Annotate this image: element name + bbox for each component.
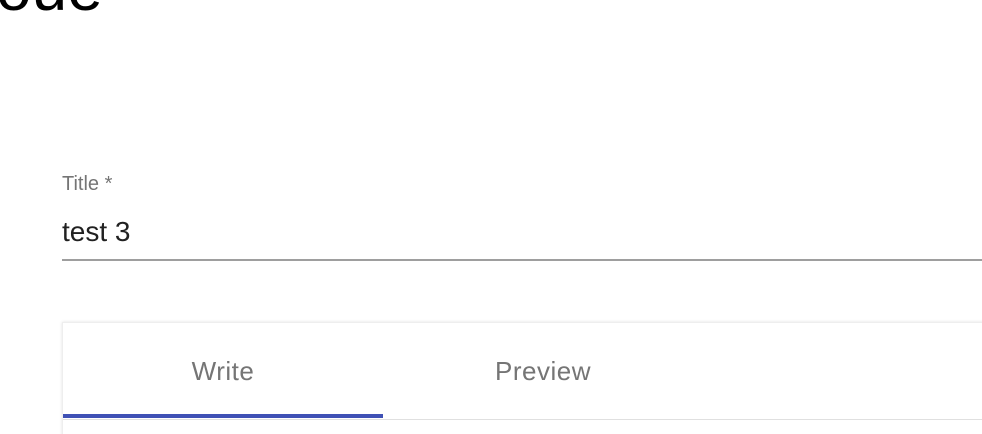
tab-write[interactable]: Write — [63, 323, 383, 419]
editor-card: Write Preview — [62, 322, 982, 434]
title-field: Title * — [62, 170, 982, 262]
page: oue Title * Write Preview — [0, 0, 982, 434]
tab-preview[interactable]: Preview — [383, 323, 703, 419]
title-input-underline — [62, 259, 982, 261]
title-field-label: Title * — [62, 173, 113, 195]
active-tab-indicator — [63, 414, 383, 418]
editor-tabs: Write Preview — [63, 323, 982, 420]
page-title: oue — [0, 0, 103, 20]
title-input[interactable] — [62, 210, 982, 254]
